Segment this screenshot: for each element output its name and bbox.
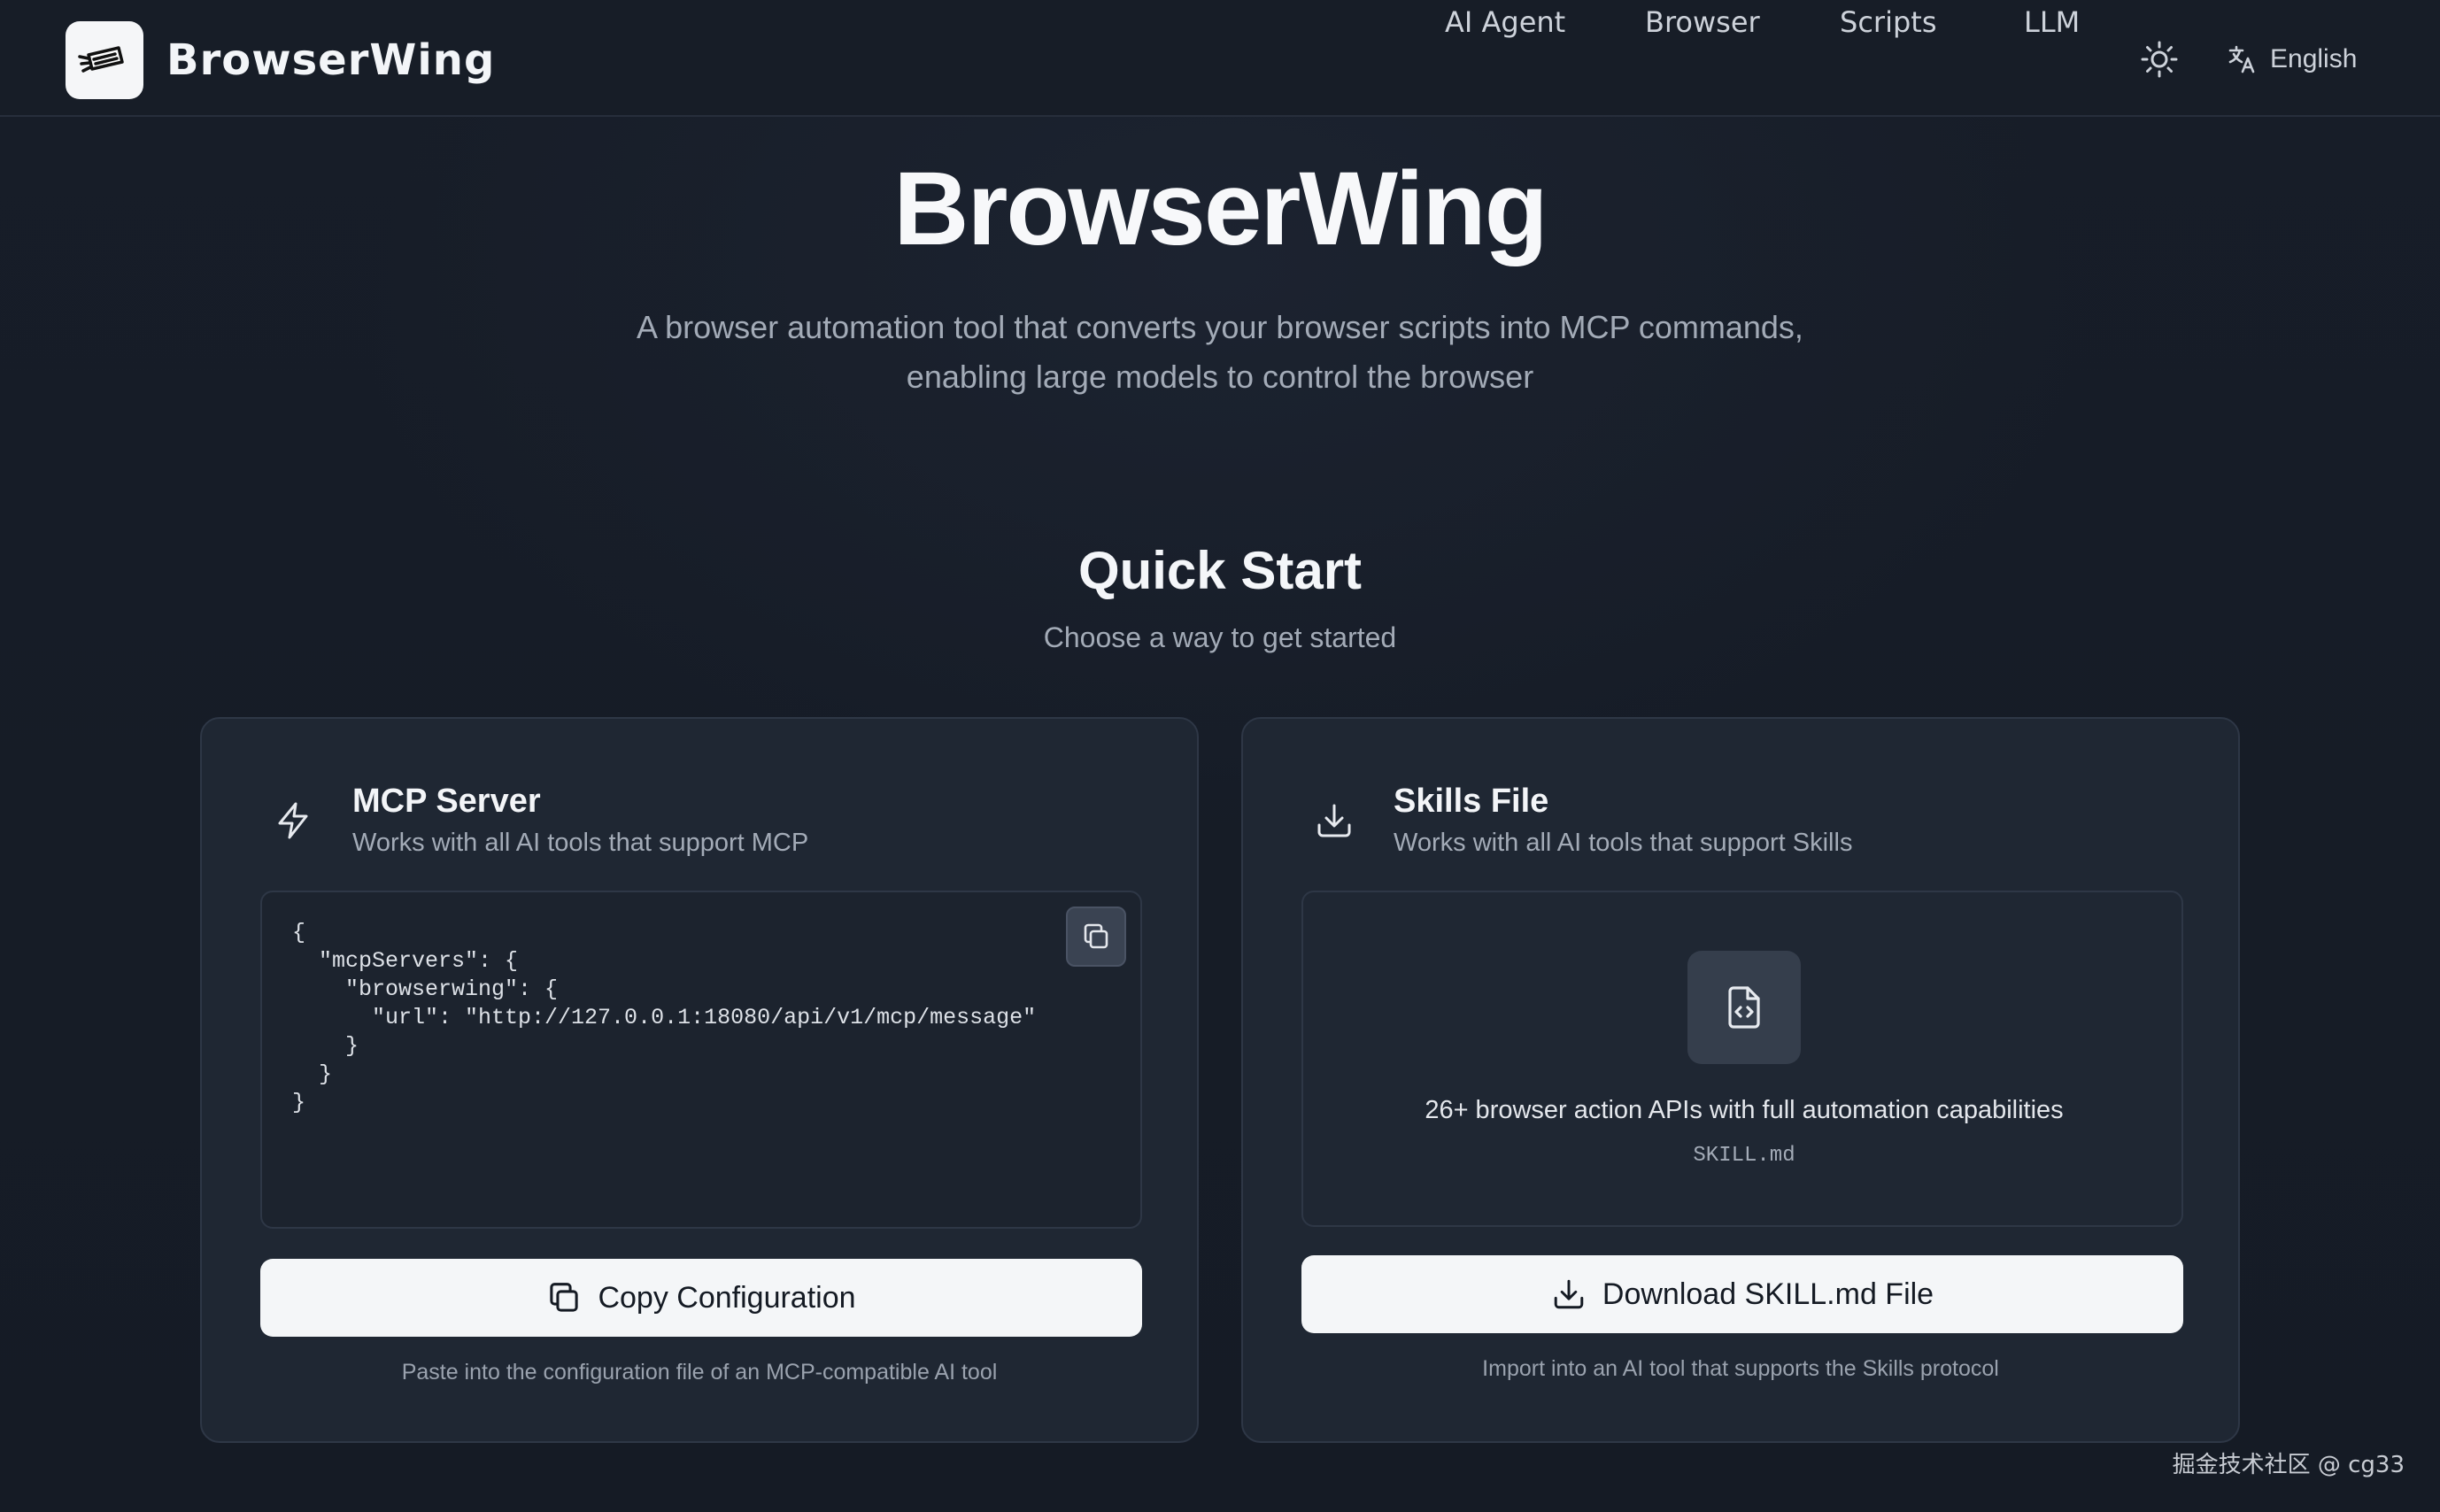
mcp-card-title: MCP Server — [352, 783, 541, 820]
hero-title: BrowserWing — [893, 150, 1548, 267]
file-code-icon — [1687, 951, 1801, 1064]
download-skill-label: Download SKILL.md File — [1602, 1277, 1934, 1311]
nav-ai-agent[interactable]: AI Agent — [1445, 0, 1565, 44]
hero-subtitle-line-2: enabling large models to control the bro… — [906, 359, 1534, 395]
copy-icon — [550, 1283, 579, 1312]
watermark: 掘金技术社区 @ cg33 — [2172, 1452, 2405, 1478]
nav-llm[interactable]: LLM — [2024, 0, 2080, 44]
brand-name: BrowserWing — [166, 35, 496, 85]
copy-icon — [1084, 923, 1108, 949]
hero-subtitle: A browser automation tool that converts … — [0, 303, 2440, 402]
copy-code-button[interactable] — [1066, 906, 1126, 967]
skill-description: 26+ browser action APIs with full automa… — [1425, 1096, 2064, 1124]
copy-configuration-button[interactable]: Copy Configuration — [260, 1259, 1142, 1337]
sun-icon — [2141, 41, 2178, 78]
download-skill-button[interactable]: Download SKILL.md File — [1301, 1255, 2183, 1333]
mcp-config-code-block[interactable]: { "mcpServers": { "browserwing": { "url"… — [260, 891, 1142, 1229]
hero-subtitle-line-1: A browser automation tool that converts … — [637, 309, 1803, 345]
lightning-icon — [278, 802, 308, 839]
skill-file-preview: 26+ browser action APIs with full automa… — [1301, 891, 2183, 1227]
skills-file-card: Skills File Works with all AI tools that… — [1241, 717, 2240, 1443]
nav-browser[interactable]: Browser — [1645, 0, 1760, 44]
brand[interactable]: BrowserWing — [66, 21, 495, 99]
page: BrowserWing AI Agent Browser Scripts LLM… — [0, 0, 2440, 1512]
skills-card-subtitle: Works with all AI tools that support Ski… — [1394, 829, 1853, 857]
mcp-card-hint: Paste into the configuration file of an … — [401, 1360, 998, 1385]
quick-start-subtitle: Choose a way to get started — [1043, 621, 1397, 653]
theme-toggle-button[interactable] — [2139, 39, 2180, 80]
mcp-card-subtitle: Works with all AI tools that support MCP — [352, 829, 809, 857]
skill-filename: SKILL.md — [1693, 1144, 1795, 1168]
mcp-config-code: { "mcpServers": { "browserwing": { "url"… — [292, 920, 1037, 1115]
top-nav-bar: BrowserWing AI Agent Browser Scripts LLM… — [0, 0, 2440, 117]
language-label: English — [2270, 44, 2358, 73]
download-icon — [1317, 804, 1351, 837]
skills-card-title: Skills File — [1394, 783, 1549, 820]
language-selector[interactable]: English — [2228, 37, 2357, 81]
quick-start-title: Quick Start — [1077, 541, 1363, 600]
skills-card-hint: Import into an AI tool that supports the… — [1482, 1356, 1999, 1381]
wing-logo-icon — [66, 21, 143, 99]
copy-configuration-label: Copy Configuration — [598, 1280, 856, 1315]
download-icon — [1554, 1279, 1584, 1309]
mcp-server-card: MCP Server Works with all AI tools that … — [200, 717, 1199, 1443]
nav-scripts[interactable]: Scripts — [1840, 0, 1936, 44]
translate-icon — [2228, 45, 2255, 73]
